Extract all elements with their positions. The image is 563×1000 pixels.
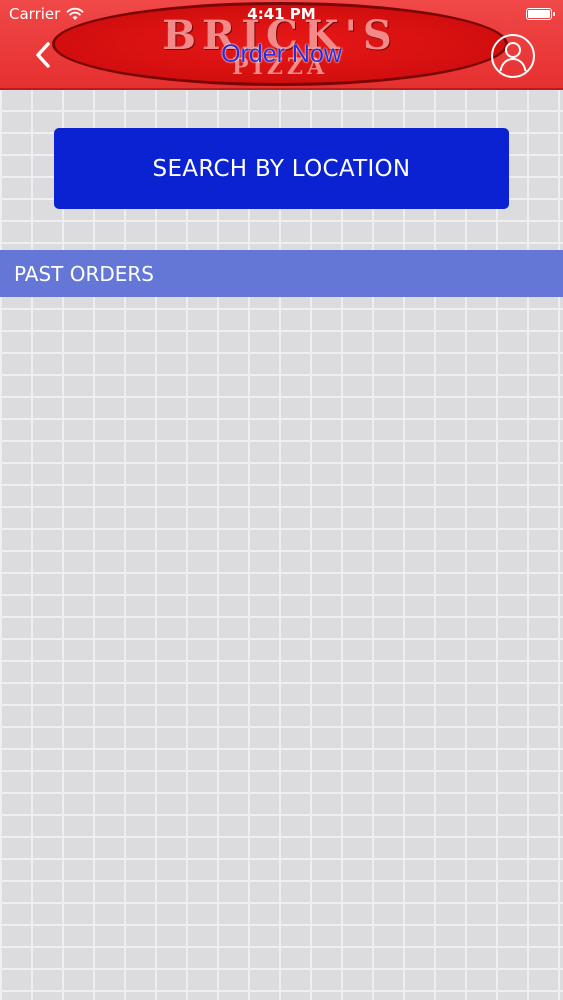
battery-icon xyxy=(526,8,555,20)
app-header: BRICK'S PIZZA Carrier 4:41 PM Order Now xyxy=(0,0,563,90)
user-circle-icon xyxy=(491,34,535,78)
profile-button[interactable] xyxy=(490,33,536,79)
past-orders-list xyxy=(0,297,563,1000)
past-orders-header[interactable]: PAST ORDERS xyxy=(0,250,563,297)
status-time: 4:41 PM xyxy=(247,5,316,23)
status-bar: Carrier 4:41 PM xyxy=(0,0,563,28)
search-by-location-button[interactable]: SEARCH BY LOCATION xyxy=(54,128,509,209)
page-title: Order Now xyxy=(221,40,342,68)
